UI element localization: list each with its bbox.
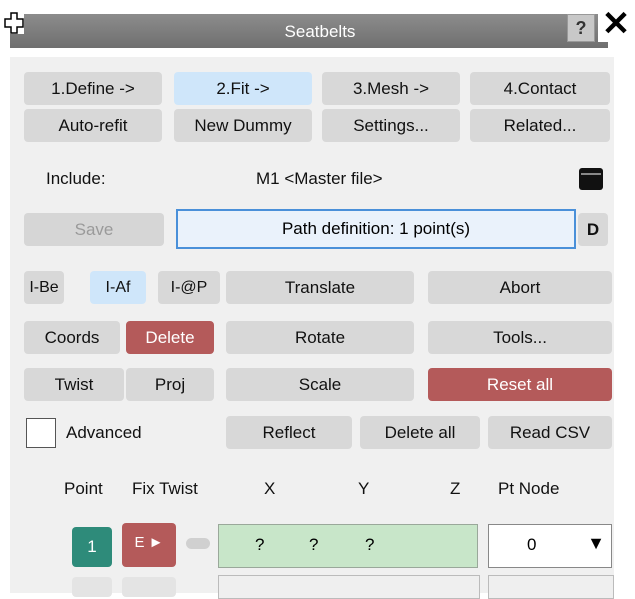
insert-after-button[interactable]: I-Af — [90, 271, 146, 304]
tab-mesh[interactable]: 3.Mesh -> — [322, 72, 460, 105]
d-button[interactable]: D — [578, 213, 608, 246]
include-value: M1 <Master file> — [256, 169, 383, 188]
twist-button[interactable]: Twist — [24, 368, 124, 401]
delete-button[interactable]: Delete — [126, 321, 214, 354]
delete-all-button[interactable]: Delete all — [360, 416, 480, 449]
auto-refit-button[interactable]: Auto-refit — [24, 109, 162, 142]
include-label: Include: — [46, 169, 106, 188]
insert-before-button[interactable]: I-Be — [24, 271, 64, 304]
move-icon[interactable] — [4, 12, 24, 34]
column-z: Z — [450, 479, 461, 498]
column-point: Point — [64, 479, 103, 498]
translate-button[interactable]: Translate — [226, 271, 414, 304]
x-value: ? — [255, 535, 265, 554]
help-button[interactable]: ? — [567, 14, 595, 42]
rotate-button[interactable]: Rotate — [226, 321, 414, 354]
advanced-checkbox[interactable] — [26, 418, 56, 448]
coordinates-field[interactable]: ? ? ? — [218, 524, 478, 568]
reset-all-button[interactable]: Reset all — [428, 368, 612, 401]
coordinates-ghost — [218, 575, 480, 599]
tools-button[interactable]: Tools... — [428, 321, 612, 354]
point-1-button[interactable]: 1 — [72, 527, 112, 567]
close-button[interactable]: ✕ — [598, 6, 634, 42]
fix-twist-ghost — [122, 577, 176, 597]
advanced-label: Advanced — [66, 423, 142, 442]
z-value: ? — [365, 535, 375, 554]
tab-fit[interactable]: 2.Fit -> — [174, 72, 312, 105]
title-bar: Seatbelts ? ✕ — [0, 0, 635, 48]
proj-button[interactable]: Proj — [126, 368, 214, 401]
point-row-ghost — [72, 577, 112, 597]
related-button[interactable]: Related... — [470, 109, 610, 142]
y-value: ? — [309, 535, 319, 554]
seatbelts-panel: 1.Define -> 2.Fit -> 3.Mesh -> 4.Contact… — [10, 57, 614, 599]
path-definition-field[interactable]: Path definition: 1 point(s) — [176, 209, 576, 249]
save-button[interactable]: Save — [24, 213, 164, 246]
settings-button[interactable]: Settings... — [322, 109, 460, 142]
column-fix-twist: Fix Twist — [132, 479, 198, 498]
read-csv-button[interactable]: Read CSV — [488, 416, 612, 449]
pt-node-ghost — [488, 575, 614, 599]
window-title: Seatbelts — [284, 22, 356, 41]
fix-twist-e-button[interactable]: E ► — [122, 523, 176, 567]
chevron-down-icon: ▼ — [587, 533, 605, 553]
pt-node-select[interactable]: 0 ▼ — [488, 524, 612, 568]
tab-contact[interactable]: 4.Contact — [470, 72, 610, 105]
folder-icon[interactable] — [576, 166, 606, 192]
twist-toggle[interactable] — [186, 538, 210, 549]
insert-at-point-button[interactable]: I-@P — [158, 271, 220, 304]
abort-button[interactable]: Abort — [428, 271, 612, 304]
coords-button[interactable]: Coords — [24, 321, 120, 354]
column-y: Y — [358, 479, 370, 498]
column-pt-node: Pt Node — [498, 479, 560, 498]
tab-define[interactable]: 1.Define -> — [24, 72, 162, 105]
column-x: X — [264, 479, 276, 498]
pt-node-value: 0 — [527, 535, 537, 554]
new-dummy-button[interactable]: New Dummy — [174, 109, 312, 142]
reflect-button[interactable]: Reflect — [226, 416, 352, 449]
scale-button[interactable]: Scale — [226, 368, 414, 401]
